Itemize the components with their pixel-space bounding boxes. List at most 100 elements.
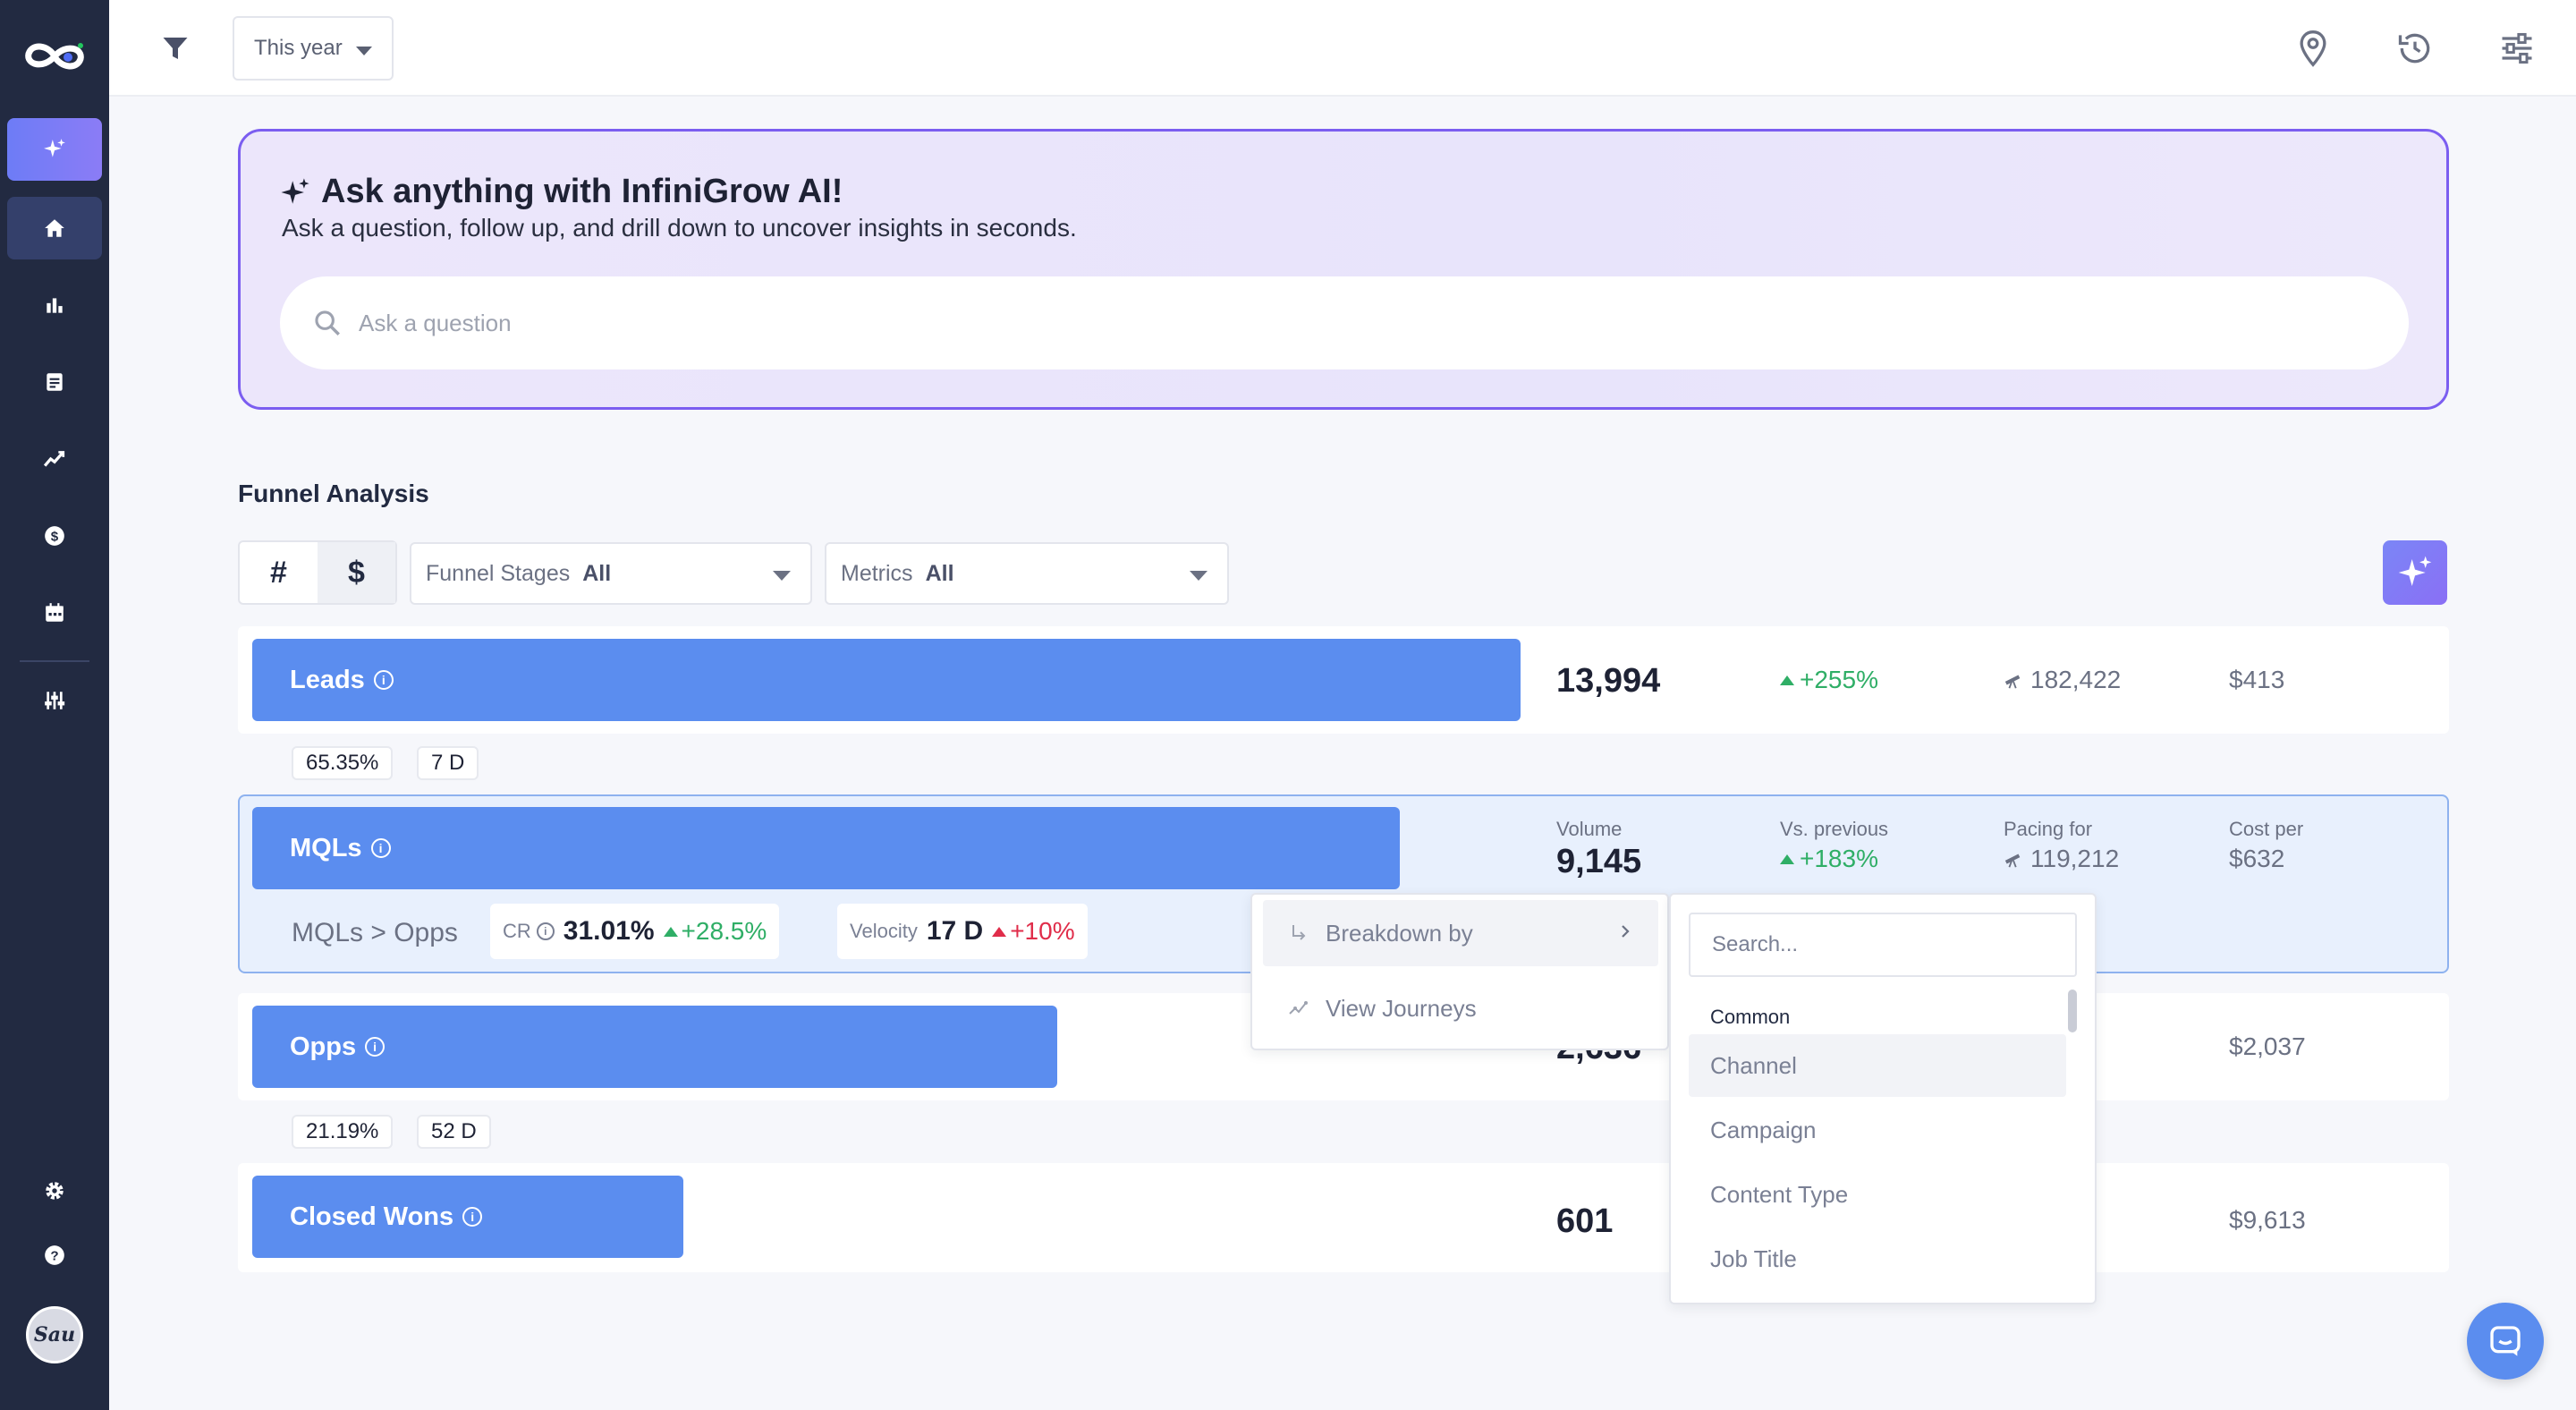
toggle-count[interactable]: #: [240, 542, 318, 603]
funnel-bar-closed-wons[interactable]: Closed Wons i: [252, 1176, 683, 1258]
conversion-path: MQLs > Opps: [292, 918, 458, 947]
funnel-bar-leads[interactable]: Leads i: [252, 639, 1521, 721]
velocity-label: Velocity: [850, 920, 918, 942]
velocity-chip: 52 D: [417, 1115, 491, 1149]
funnel-stages-select[interactable]: Funnel Stages All: [410, 542, 812, 605]
funnel-row-closed-wons[interactable]: Closed Wons i 601 4 $9,613: [238, 1163, 2449, 1272]
funnel-bar-mqls[interactable]: MQLs i: [252, 807, 1400, 889]
arrow-up-icon: [1780, 675, 1794, 685]
velocity-pill: Velocity 17 D +10%: [837, 904, 1088, 959]
metrics-select[interactable]: Metrics All: [825, 542, 1229, 605]
toggle-money[interactable]: $: [318, 542, 395, 603]
info-icon[interactable]: i: [365, 1037, 386, 1057]
sidebar-item-help[interactable]: ?: [7, 1224, 102, 1287]
ai-title: Ask anything with InfiniGrow AI!: [280, 173, 843, 211]
submenu-item-campaign[interactable]: Campaign: [1689, 1099, 2066, 1161]
sidebar-item-analyze[interactable]: [7, 274, 102, 336]
sidebar: $ ? Sau: [0, 0, 109, 1410]
submenu-item-job-title[interactable]: Job Title: [1689, 1227, 2066, 1290]
dollar-circle-icon: $: [45, 526, 64, 546]
location-pin-icon[interactable]: [2293, 29, 2333, 68]
breakdown-search-input[interactable]: [1689, 913, 2077, 977]
svg-text:$: $: [51, 529, 59, 544]
stage-pacing: 182,422: [2004, 666, 2121, 694]
cost-label: Cost per: [2229, 818, 2304, 840]
velocity-chip: 7 D: [417, 746, 479, 780]
settings-sliders-icon[interactable]: [2497, 29, 2537, 68]
info-icon[interactable]: i: [536, 922, 555, 940]
funnel-title: Funnel Analysis: [238, 480, 429, 507]
stage-cost: $413: [2229, 666, 2285, 693]
breakdown-submenu: Common Channel Campaign Content Type Job…: [1669, 893, 2097, 1304]
context-menu: Breakdown by View Journeys: [1250, 893, 1669, 1050]
stage-pacing-value: 182,422: [2030, 666, 2122, 693]
sparkle-icon: [44, 139, 65, 157]
history-icon[interactable]: [2395, 29, 2435, 68]
funnel-row-leads[interactable]: Leads i 13,994 +255% 182,422 $413: [238, 626, 2449, 734]
stage-name: Closed Wons: [290, 1202, 454, 1231]
stage-pacing-value: 119,212: [2030, 845, 2120, 872]
stage-volume: 601: [1556, 1202, 1614, 1240]
chevron-right-icon: [1622, 925, 1630, 938]
telescope-icon: [2004, 854, 2021, 868]
menu-item-journeys[interactable]: View Journeys: [1263, 975, 1658, 1041]
sidebar-item-planning[interactable]: [7, 669, 102, 732]
bar-chart-icon: [47, 298, 63, 313]
cr-value: 31.01%: [563, 916, 655, 946]
sidebar-item-reports[interactable]: [7, 351, 102, 413]
chat-button[interactable]: [2467, 1303, 2544, 1380]
stage-cost: $9,613: [2229, 1206, 2306, 1234]
cr-delta: +28.5%: [663, 917, 767, 946]
volume-label: Volume: [1556, 818, 1623, 840]
ai-insights-button[interactable]: [2383, 540, 2447, 605]
sidebar-item-settings[interactable]: [7, 1159, 102, 1222]
velocity-value: 17 D: [926, 916, 984, 946]
document-icon: [47, 373, 63, 391]
menu-item-breakdown-label: Breakdown by: [1326, 919, 1473, 947]
ai-question-field[interactable]: [280, 276, 2409, 369]
sidebar-item-home[interactable]: [7, 197, 102, 259]
home-icon: [45, 219, 64, 237]
metrics-label: Metrics: [841, 560, 913, 586]
sidebar-item-budget[interactable]: $: [7, 505, 102, 567]
sidebar-item-trends[interactable]: [7, 428, 102, 490]
date-range-select[interactable]: This year: [233, 16, 394, 81]
funnel-stages-label: Funnel Stages: [426, 560, 571, 586]
sidebar-item-ai[interactable]: [7, 118, 102, 181]
submenu-scrollbar[interactable]: [2068, 990, 2077, 1032]
search-icon: [315, 310, 340, 336]
submenu-item-content-type[interactable]: Content Type: [1689, 1163, 2066, 1226]
info-icon[interactable]: i: [462, 1207, 483, 1227]
svg-text:?: ?: [50, 1248, 58, 1263]
caret-down-icon: [773, 571, 791, 581]
gear-icon: [46, 1182, 64, 1200]
funnel-bar-opps[interactable]: Opps i: [252, 1006, 1057, 1088]
sparkle-icon: [2398, 556, 2432, 586]
stage-pacing: 119,212: [2004, 845, 2119, 873]
ai-question-input[interactable]: [359, 309, 2148, 337]
menu-item-breakdown[interactable]: Breakdown by: [1263, 900, 1658, 966]
sidebar-item-calendar[interactable]: [7, 582, 102, 644]
stage-cost: $2,037: [2229, 1032, 2306, 1060]
date-range-value: This year: [254, 36, 343, 60]
arrow-up-icon: [992, 926, 1007, 937]
chat-icon: [2490, 1326, 2521, 1356]
pacing-label: Pacing for: [2004, 818, 2093, 840]
telescope-icon: [2004, 675, 2021, 689]
info-icon[interactable]: i: [373, 670, 394, 690]
infinigrow-logo-icon[interactable]: [21, 34, 88, 79]
calendar-icon: [46, 603, 64, 622]
submenu-group-label: Common: [1710, 1006, 1791, 1028]
stage-delta: +183%: [1780, 845, 1878, 873]
unit-toggle: # $: [238, 540, 397, 605]
caret-down-icon: [356, 47, 372, 55]
journey-icon: [1289, 1001, 1308, 1015]
submenu-item-channel[interactable]: Channel: [1689, 1034, 2066, 1097]
filter-icon[interactable]: [159, 32, 191, 64]
avatar[interactable]: Sau: [26, 1306, 83, 1363]
conversion-rate-chip: 65.35%: [292, 746, 394, 780]
sliders-icon: [45, 692, 65, 709]
trend-line-icon: [43, 451, 65, 467]
info-icon[interactable]: i: [370, 838, 391, 858]
stage-name: MQLs: [290, 833, 362, 862]
